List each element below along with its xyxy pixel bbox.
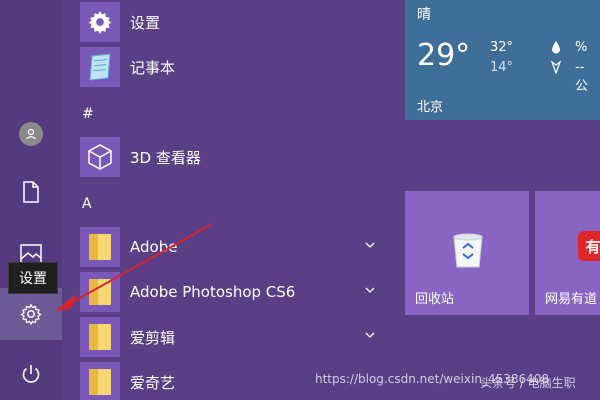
annotation-arrow: [57, 223, 213, 311]
watermark-source: 头条号 / 电脑生职: [480, 376, 576, 390]
